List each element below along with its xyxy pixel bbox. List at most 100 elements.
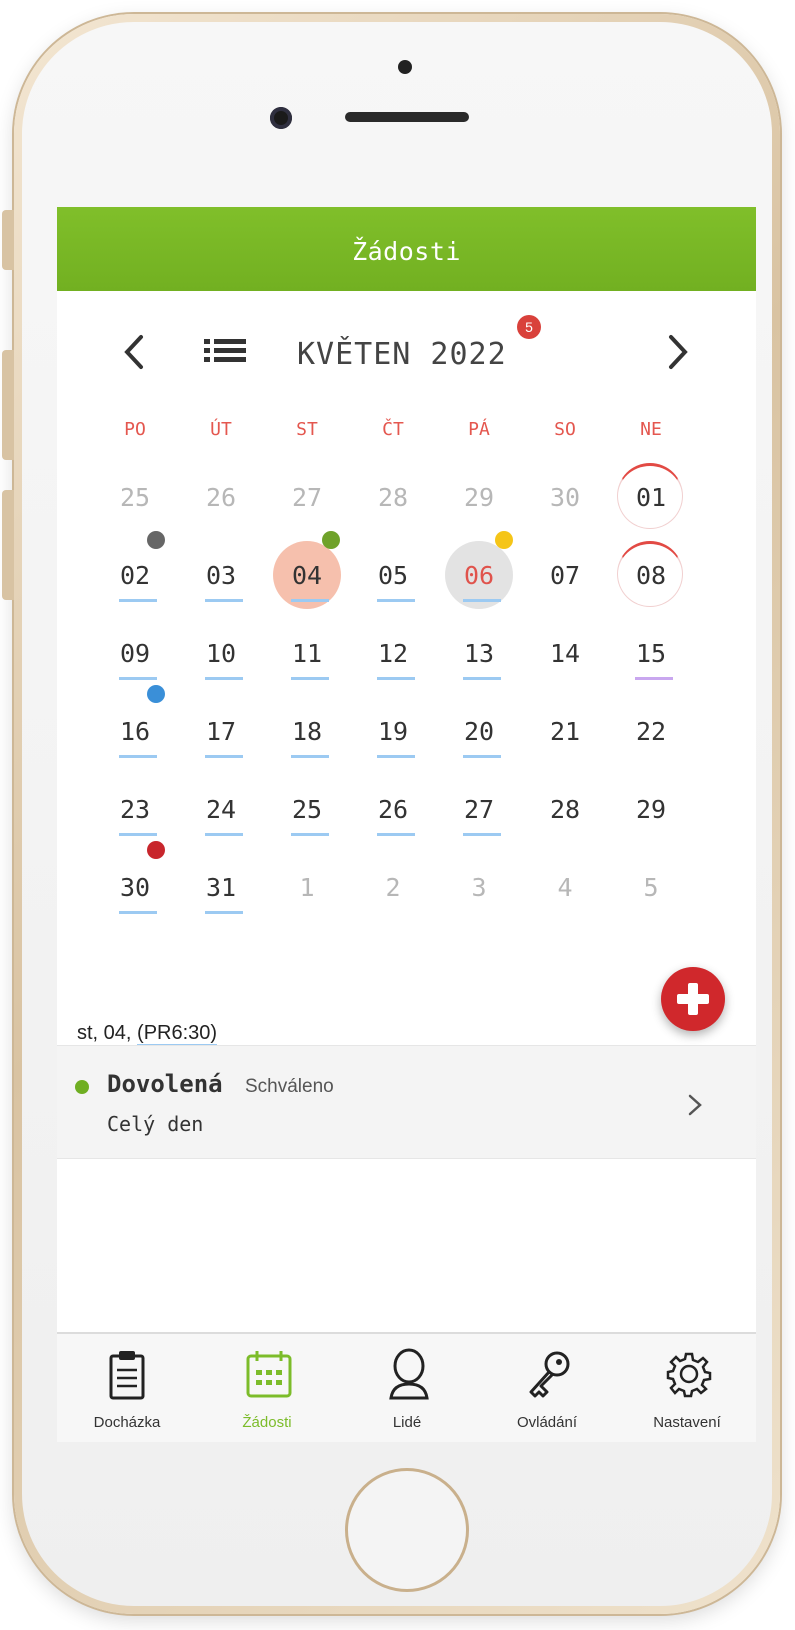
tab-label: Nastavení xyxy=(653,1414,721,1431)
tab-label: Docházka xyxy=(93,1414,161,1431)
day-number: 24 xyxy=(205,795,237,824)
calendar-day[interactable]: 11 xyxy=(267,623,347,683)
day-underline xyxy=(291,677,329,680)
list-view-button[interactable] xyxy=(204,337,248,369)
calendar-day[interactable]: 24 xyxy=(181,779,261,839)
request-list-item[interactable]: Dovolená Schváleno Celý den xyxy=(57,1045,756,1159)
calendar-day[interactable]: 30 xyxy=(525,467,605,527)
previous-month-button[interactable] xyxy=(115,327,155,377)
next-month-button[interactable] xyxy=(657,327,697,377)
add-request-button[interactable] xyxy=(661,967,725,1031)
calendar-day[interactable]: 14 xyxy=(525,623,605,683)
calendar-day[interactable]: 25 xyxy=(267,779,347,839)
calendar-day[interactable]: 09 xyxy=(95,623,175,683)
calendar-day[interactable]: 5 xyxy=(611,857,691,917)
day-number: 08 xyxy=(635,561,667,590)
calendar-day[interactable]: 27 xyxy=(439,779,519,839)
day-number: 02 xyxy=(119,561,151,590)
calendar-day[interactable]: 05 xyxy=(353,545,433,605)
calendar-day[interactable]: 23 xyxy=(95,779,175,839)
calendar-day[interactable]: 28 xyxy=(525,779,605,839)
day-underline xyxy=(377,599,415,602)
calendar-day[interactable]: 20 xyxy=(439,701,519,761)
selected-date-label: st, 04, (PR6:30) xyxy=(77,1022,218,1046)
calendar-day[interactable]: 27 xyxy=(267,467,347,527)
calendar-day[interactable]: 31 xyxy=(181,857,261,917)
tab-label: Lidé xyxy=(392,1414,422,1431)
tab-nastaveni[interactable]: Nastavení xyxy=(617,1334,756,1442)
day-number: 12 xyxy=(377,639,409,668)
person-icon xyxy=(389,1348,429,1400)
selected-date-period: (PR6:30) xyxy=(137,1022,218,1046)
day-number: 5 xyxy=(643,873,659,902)
day-underline xyxy=(205,755,243,758)
day-underline xyxy=(463,755,501,758)
calendar-day[interactable]: 22 xyxy=(611,701,691,761)
chevron-right-icon xyxy=(669,335,688,369)
calendar-day[interactable]: 29 xyxy=(611,779,691,839)
tab-zadosti[interactable]: Žádosti xyxy=(197,1334,337,1442)
home-button[interactable] xyxy=(345,1468,469,1592)
day-underline xyxy=(291,755,329,758)
day-number: 15 xyxy=(635,639,667,668)
calendar-day[interactable]: 28 xyxy=(353,467,433,527)
calendar-day[interactable]: 02 xyxy=(95,545,175,605)
calendar-day[interactable]: 26 xyxy=(181,467,261,527)
day-number: 10 xyxy=(205,639,237,668)
calendar-day[interactable]: 18 xyxy=(267,701,347,761)
day-number: 11 xyxy=(291,639,323,668)
calendar-day[interactable]: 15 xyxy=(611,623,691,683)
day-underline xyxy=(377,755,415,758)
day-number: 1 xyxy=(299,873,315,902)
calendar-day[interactable]: 29 xyxy=(439,467,519,527)
calendar-day[interactable]: 03 xyxy=(181,545,261,605)
day-underline xyxy=(119,833,157,836)
weekday-header: ÚT xyxy=(210,419,232,440)
bottom-navigation: Docházka Žádosti Lidé Ovládání Nastavení xyxy=(57,1332,756,1442)
calendar-day[interactable]: 17 xyxy=(181,701,261,761)
calendar-day-holiday[interactable]: 01 xyxy=(611,463,691,529)
calendar-day[interactable]: 26 xyxy=(353,779,433,839)
calendar-day-holiday[interactable]: 08 xyxy=(611,541,691,607)
tab-lide[interactable]: Lidé xyxy=(337,1334,477,1442)
calendar-day[interactable]: 10 xyxy=(181,623,261,683)
calendar-day[interactable]: 13 xyxy=(439,623,519,683)
day-underline xyxy=(205,677,243,680)
day-number: 18 xyxy=(291,717,323,746)
calendar-day[interactable]: 25 xyxy=(95,467,175,527)
front-camera xyxy=(270,107,292,129)
volume-up-button xyxy=(2,350,14,460)
calendar-day[interactable]: 16 xyxy=(95,701,175,761)
calendar-day[interactable]: 3 xyxy=(439,857,519,917)
calendar-day-today[interactable]: 06 xyxy=(439,541,519,609)
status-dot xyxy=(75,1080,89,1094)
day-number: 26 xyxy=(205,483,237,512)
key-icon xyxy=(529,1351,570,1398)
calendar-day[interactable]: 19 xyxy=(353,701,433,761)
day-number: 14 xyxy=(549,639,581,668)
calendar-day[interactable]: 1 xyxy=(267,857,347,917)
day-number: 19 xyxy=(377,717,409,746)
calendar-day[interactable]: 12 xyxy=(353,623,433,683)
chevron-right-icon xyxy=(688,1094,702,1116)
app-screen: Žádosti KVĚTEN 2022 5 PO ÚT ST ČT PÁ SO … xyxy=(57,207,756,1442)
day-number: 20 xyxy=(463,717,495,746)
calendar-day[interactable]: 4 xyxy=(525,857,605,917)
calendar-day-selected[interactable]: 04 xyxy=(267,541,347,609)
day-number: 09 xyxy=(119,639,151,668)
app-header: Žádosti xyxy=(57,207,756,291)
day-number: 27 xyxy=(291,483,323,512)
volume-down-button xyxy=(2,490,14,600)
calendar-day[interactable]: 30 xyxy=(95,857,175,917)
calendar-day[interactable]: 21 xyxy=(525,701,605,761)
tab-ovladani[interactable]: Ovládání xyxy=(477,1334,617,1442)
calendar-day[interactable]: 07 xyxy=(525,545,605,605)
day-underline xyxy=(377,677,415,680)
day-number: 05 xyxy=(377,561,409,590)
tab-dochazka[interactable]: Docházka xyxy=(57,1334,197,1442)
notification-badge: 5 xyxy=(517,315,541,339)
day-number: 4 xyxy=(557,873,573,902)
day-number: 22 xyxy=(635,717,667,746)
day-underline xyxy=(205,911,243,914)
calendar-day[interactable]: 2 xyxy=(353,857,433,917)
